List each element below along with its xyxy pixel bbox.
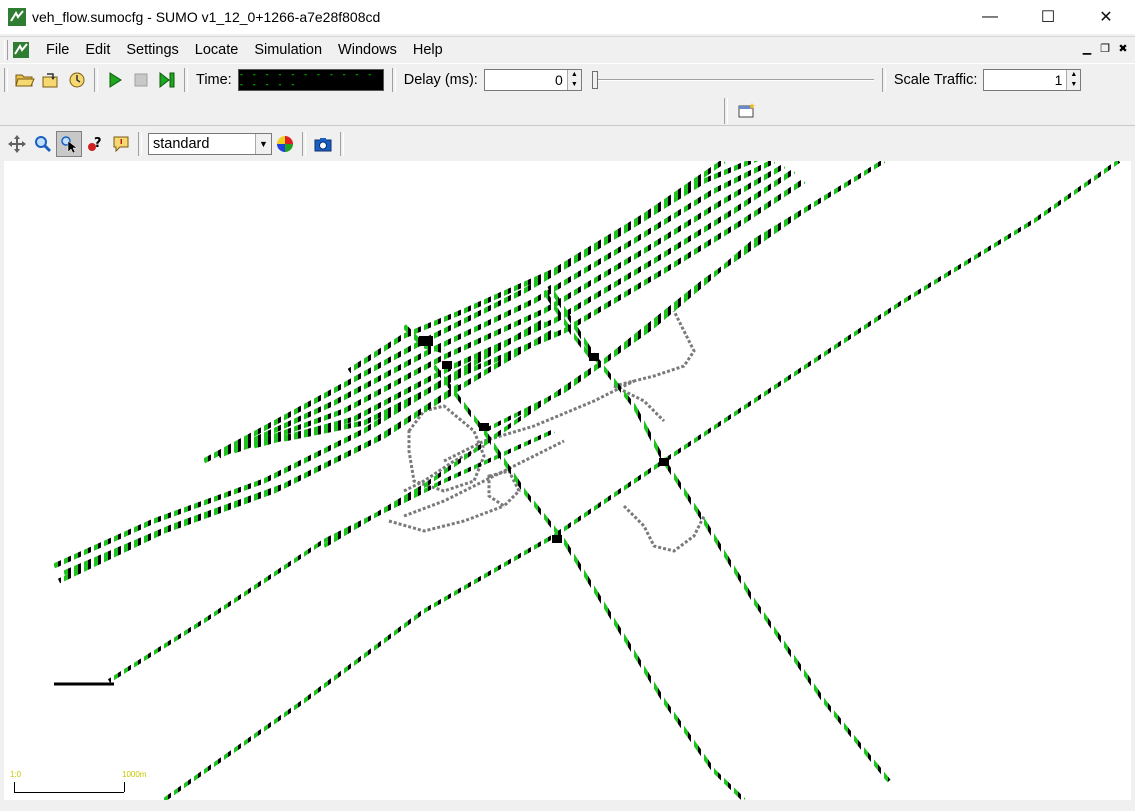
toolbar-separator: [184, 67, 188, 92]
spin-down-icon[interactable]: ▼: [567, 79, 581, 90]
delay-spinner[interactable]: 0 ▲ ▼: [483, 68, 582, 91]
play-icon: [109, 71, 122, 88]
step-button[interactable]: [154, 67, 180, 93]
recenter-icon: [8, 135, 26, 153]
reopen-button[interactable]: [64, 67, 90, 93]
toolbar-separator: [94, 67, 98, 92]
open-folder-icon: [15, 74, 35, 86]
scale-spinner-arrows[interactable]: ▲ ▼: [1066, 69, 1081, 90]
toolbar-grip[interactable]: [4, 39, 8, 60]
secondary-toolbar: [0, 96, 1135, 126]
color-scheme-value[interactable]: standard: [149, 136, 255, 152]
select-cursor-icon: [61, 136, 78, 153]
toolbar-separator: [138, 132, 142, 156]
step-icon: [159, 71, 175, 88]
reload-button[interactable]: [38, 67, 64, 93]
spin-up-icon[interactable]: ▲: [567, 69, 581, 80]
scale-tick-left: [14, 782, 15, 792]
minimize-button[interactable]: —: [961, 0, 1019, 34]
delay-value[interactable]: 0: [485, 70, 567, 90]
toolbar-separator: [391, 67, 396, 92]
menu-simulation[interactable]: Simulation: [246, 42, 330, 58]
chevron-down-icon[interactable]: ▼: [255, 134, 271, 154]
road-network[interactable]: [4, 161, 1131, 800]
inspect-button[interactable]: ?: [82, 131, 108, 157]
new-view-icon: [738, 103, 755, 118]
delay-slider[interactable]: [588, 69, 878, 91]
magnifier-icon: [35, 136, 52, 153]
toolbar-separator: [340, 132, 344, 156]
slider-thumb[interactable]: [591, 70, 598, 89]
reload-icon: [42, 72, 58, 87]
scale-right-label: 1000m: [122, 770, 147, 779]
scale-traffic-spinner[interactable]: 1 ▲ ▼: [983, 68, 1082, 91]
main-toolbar: Time: - - - - - - - - - - - - - - - - De…: [0, 63, 1135, 95]
title-bar: veh_flow.sumocfg - SUMO v1_12_0+1266-a7e…: [0, 0, 1135, 34]
locate-button[interactable]: [30, 131, 56, 157]
stop-button[interactable]: [128, 67, 154, 93]
spin-up-icon[interactable]: ▲: [1067, 69, 1081, 80]
status-bar: [0, 800, 1135, 811]
menu-file[interactable]: File: [38, 42, 77, 58]
scale-bar: 1:0 1000m: [10, 770, 160, 798]
menu-locate[interactable]: Locate: [187, 42, 247, 58]
mdi-minimize-button[interactable]: ▁: [1079, 40, 1095, 56]
color-wheel-icon: [277, 136, 293, 152]
delay-label: Delay (ms):: [403, 71, 478, 88]
menu-edit[interactable]: Edit: [77, 42, 118, 58]
toolbar-separator: [881, 67, 886, 92]
mdi-restore-button[interactable]: ❐: [1097, 40, 1113, 56]
recent-icon: [69, 72, 85, 87]
time-display: - - - - - - - - - - - - - - - -: [237, 68, 384, 91]
new-view-button[interactable]: [734, 98, 760, 124]
scale-traffic-label: Scale Traffic:: [893, 71, 978, 88]
window-title: veh_flow.sumocfg - SUMO v1_12_0+1266-a7e…: [32, 9, 381, 25]
scale-left-label: 1:0: [10, 770, 22, 779]
mdi-controls: ▁ ❐ ✖: [1079, 40, 1131, 56]
maximize-button[interactable]: ☐: [1019, 0, 1077, 34]
menu-bar: File Edit Settings Locate Simulation Win…: [0, 36, 1135, 62]
select-mode-button[interactable]: [56, 131, 82, 157]
view-toolbar: ? standard ▼: [0, 129, 1135, 159]
menu-windows[interactable]: Windows: [330, 42, 405, 58]
delay-spinner-arrows[interactable]: ▲ ▼: [566, 69, 581, 90]
toolbar-grip[interactable]: [724, 98, 728, 124]
time-label: Time:: [196, 71, 232, 88]
tooltip-icon: [113, 136, 129, 153]
scale-bar-line: [14, 792, 124, 793]
inspect-icon: ?: [88, 136, 102, 151]
simulation-canvas[interactable]: 1:0 1000m: [4, 161, 1131, 800]
color-scheme-select[interactable]: standard ▼: [148, 133, 272, 155]
mdi-close-button[interactable]: ✖: [1115, 40, 1131, 56]
recenter-button[interactable]: [4, 131, 30, 157]
tooltips-button[interactable]: [108, 131, 134, 157]
open-button[interactable]: [12, 67, 38, 93]
menu-settings[interactable]: Settings: [118, 42, 186, 58]
camera-icon: [314, 138, 332, 152]
svg-text:?: ?: [94, 136, 102, 151]
scale-tick-right: [124, 782, 125, 792]
spin-down-icon[interactable]: ▼: [1067, 79, 1081, 90]
sumo-doc-icon[interactable]: [12, 41, 30, 59]
run-button[interactable]: [102, 67, 128, 93]
close-button[interactable]: ✕: [1077, 0, 1135, 34]
menu-help[interactable]: Help: [405, 42, 451, 58]
scale-traffic-value[interactable]: 1: [984, 70, 1066, 90]
highway-bundle: [52, 161, 806, 584]
window-controls: — ☐ ✕: [961, 0, 1135, 34]
sumo-logo-icon: [8, 8, 26, 26]
toolbar-grip[interactable]: [4, 67, 8, 92]
stop-icon: [134, 73, 148, 86]
edit-scheme-button[interactable]: [272, 131, 298, 157]
toolbar-separator: [302, 132, 306, 156]
slider-track[interactable]: [591, 78, 874, 81]
screenshot-button[interactable]: [310, 131, 336, 157]
